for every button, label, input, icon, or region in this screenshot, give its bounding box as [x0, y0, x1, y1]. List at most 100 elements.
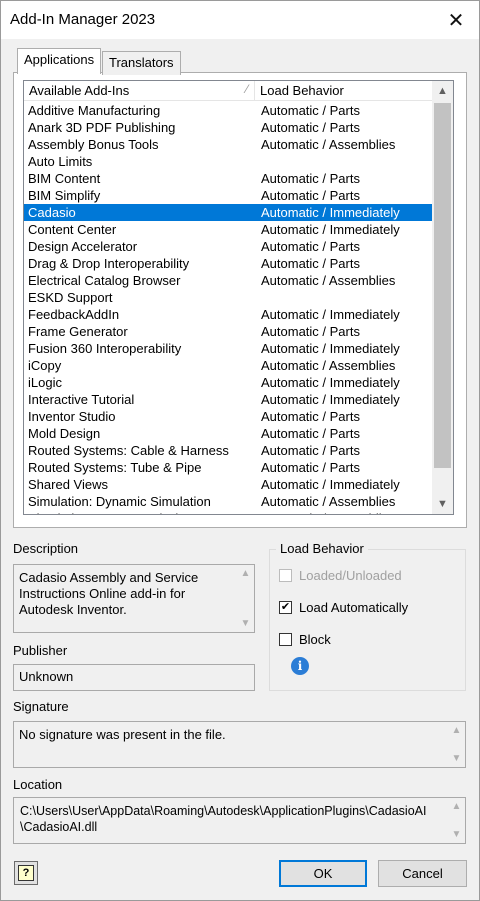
list-scrollbar[interactable]: ▲ ▼: [432, 81, 453, 514]
help-icon: ?: [18, 865, 34, 881]
list-item[interactable]: ESKD Support: [24, 289, 432, 306]
list-item[interactable]: Additive Manufacturing Automatic / Parts: [24, 102, 432, 119]
list-item[interactable]: Electrical Catalog Browser Automatic / As…: [24, 272, 432, 289]
signature-box: No signature was present in the file. ▲ …: [13, 721, 466, 768]
list-item[interactable]: BIM Simplify Automatic / Parts: [24, 187, 432, 204]
addin-name: Assembly Bonus Tools: [28, 137, 159, 152]
addin-load-behavior: Automatic / Assemblies: [261, 494, 396, 509]
block-option[interactable]: Block: [279, 630, 331, 648]
list-item[interactable]: Shared Views Automatic / Immediately: [24, 476, 432, 493]
addin-load-behavior: Automatic / Assemblies: [261, 510, 395, 514]
addin-name: Content Center: [28, 222, 117, 237]
addin-load-behavior: Automatic / Parts: [261, 256, 360, 271]
list-item[interactable]: Anark 3D PDF Publishing Automatic / Parts: [24, 119, 432, 136]
column-header-available-addins[interactable]: Available Add-Ins ⁄: [24, 81, 255, 101]
addin-load-behavior: Automatic / Immediately: [261, 205, 400, 220]
addin-load-behavior: Automatic / Assemblies: [261, 273, 396, 288]
load-automatically-option[interactable]: ✔ Load Automatically: [279, 598, 408, 616]
addin-rows: Additive Manufacturing Automatic / Parts A…: [24, 102, 432, 514]
list-item[interactable]: Routed Systems: Cable & Harness Automatic…: [24, 442, 432, 459]
location-value: C:\Users\User\AppData\Roaming\Autodesk\A…: [20, 804, 427, 834]
list-item[interactable]: Content Center Automatic / Immediately: [24, 221, 432, 238]
scroll-thumb[interactable]: [434, 103, 451, 468]
location-scrollbar: ▲ ▼: [448, 798, 465, 843]
title-bar: Add-In Manager 2023 ✕: [1, 1, 479, 39]
scroll-up-icon: ▲: [451, 725, 462, 736]
addin-load-behavior: Automatic / Parts: [261, 324, 360, 339]
addin-name: Routed Systems: Cable & Harness: [28, 443, 229, 458]
scroll-down-icon: ▼: [451, 829, 462, 840]
list-item[interactable]: iLogic Automatic / Immediately: [24, 374, 432, 391]
addin-name: Drag & Drop Interoperability: [28, 256, 190, 271]
list-item[interactable]: Simulation: Dynamic Simulation Automatic …: [24, 493, 432, 510]
addin-name: BIM Content: [28, 171, 101, 186]
addin-name: Simulation: Frame Analysis: [28, 510, 185, 514]
publisher-box: Unknown: [13, 664, 255, 691]
addin-name: Shared Views: [28, 477, 108, 492]
list-item[interactable]: Assembly Bonus Tools Automatic / Assembli…: [24, 136, 432, 153]
signature-scrollbar: ▲ ▼: [448, 722, 465, 767]
list-item[interactable]: Interactive Tutorial Automatic / Immediat…: [24, 391, 432, 408]
scroll-up-icon: ▲: [240, 568, 251, 579]
load-automatically-label[interactable]: Load Automatically: [299, 600, 408, 615]
publisher-label: Publisher: [13, 643, 68, 658]
addin-load-behavior: Automatic / Parts: [261, 426, 360, 441]
addin-load-behavior: Automatic / Immediately: [261, 477, 400, 492]
block-checkbox[interactable]: [279, 632, 292, 646]
addin-name: Inventor Studio: [28, 409, 116, 424]
addin-load-behavior: Automatic / Parts: [261, 120, 360, 135]
addin-name: Interactive Tutorial: [28, 392, 135, 407]
list-item[interactable]: Cadasio Automatic / Immediately: [24, 204, 432, 221]
list-item[interactable]: Fusion 360 Interoperability Automatic / I…: [24, 340, 432, 357]
addin-name: Mold Design: [28, 426, 101, 441]
cancel-button[interactable]: Cancel: [378, 860, 467, 887]
list-item[interactable]: iCopy Automatic / Assemblies: [24, 357, 432, 374]
addin-name: ESKD Support: [28, 290, 113, 305]
addin-name: Additive Manufacturing: [28, 103, 161, 118]
scroll-down-icon[interactable]: ▼: [432, 494, 453, 514]
list-item[interactable]: Drag & Drop Interoperability Automatic / …: [24, 255, 432, 272]
block-label[interactable]: Block: [299, 632, 331, 647]
list-item[interactable]: Routed Systems: Tube & Pipe Automatic / P…: [24, 459, 432, 476]
addin-load-behavior: Automatic / Parts: [261, 103, 360, 118]
addin-load-behavior: Automatic / Immediately: [261, 307, 400, 322]
description-text: Cadasio Assembly and Service Instruction…: [19, 570, 199, 617]
load-behavior-title: Load Behavior: [276, 541, 368, 556]
addin-load-behavior: Automatic / Parts: [261, 239, 360, 254]
addin-name: Cadasio: [28, 205, 76, 220]
list-item[interactable]: Simulation: Frame Analysis Automatic / As…: [24, 510, 432, 514]
addin-load-behavior: Automatic / Assemblies: [261, 358, 396, 373]
tab-translators[interactable]: Translators: [102, 51, 181, 75]
info-icon[interactable]: i: [291, 657, 309, 675]
addin-load-behavior: Automatic / Parts: [261, 409, 360, 424]
ok-button[interactable]: OK: [279, 860, 367, 887]
list-item[interactable]: FeedbackAddIn Automatic / Immediately: [24, 306, 432, 323]
list-item[interactable]: BIM Content Automatic / Parts: [24, 170, 432, 187]
addin-load-behavior: Automatic / Parts: [261, 171, 360, 186]
close-icon[interactable]: ✕: [433, 1, 479, 39]
help-button[interactable]: ?: [14, 861, 38, 885]
addin-load-behavior: Automatic / Immediately: [261, 375, 400, 390]
addin-name: Fusion 360 Interoperability: [28, 341, 182, 356]
list-header: Available Add-Ins ⁄ Load Behavior: [24, 81, 432, 101]
window-title: Add-In Manager 2023: [10, 11, 156, 28]
addin-name: Auto Limits: [28, 154, 93, 169]
scroll-up-icon[interactable]: ▲: [432, 81, 453, 101]
addin-list[interactable]: Available Add-Ins ⁄ Load Behavior Additi…: [23, 80, 454, 515]
list-item[interactable]: Auto Limits: [24, 153, 432, 170]
sort-indicator-icon: ⁄: [245, 82, 248, 96]
addin-name: iCopy: [28, 358, 62, 373]
tab-applications[interactable]: Applications: [17, 48, 102, 74]
load-automatically-checkbox[interactable]: ✔: [279, 600, 292, 614]
list-item[interactable]: Design Accelerator Automatic / Parts: [24, 238, 432, 255]
addin-load-behavior: Automatic / Parts: [261, 443, 360, 458]
signature-label: Signature: [13, 699, 69, 714]
column-header-load-behavior[interactable]: Load Behavior: [255, 81, 432, 101]
list-item[interactable]: Inventor Studio Automatic / Parts: [24, 408, 432, 425]
addin-name: Anark 3D PDF Publishing: [28, 120, 176, 135]
addin-name: Frame Generator: [28, 324, 128, 339]
list-item[interactable]: Frame Generator Automatic / Parts: [24, 323, 432, 340]
addin-name: BIM Simplify: [28, 188, 101, 203]
addin-name: iLogic: [28, 375, 62, 390]
list-item[interactable]: Mold Design Automatic / Parts: [24, 425, 432, 442]
